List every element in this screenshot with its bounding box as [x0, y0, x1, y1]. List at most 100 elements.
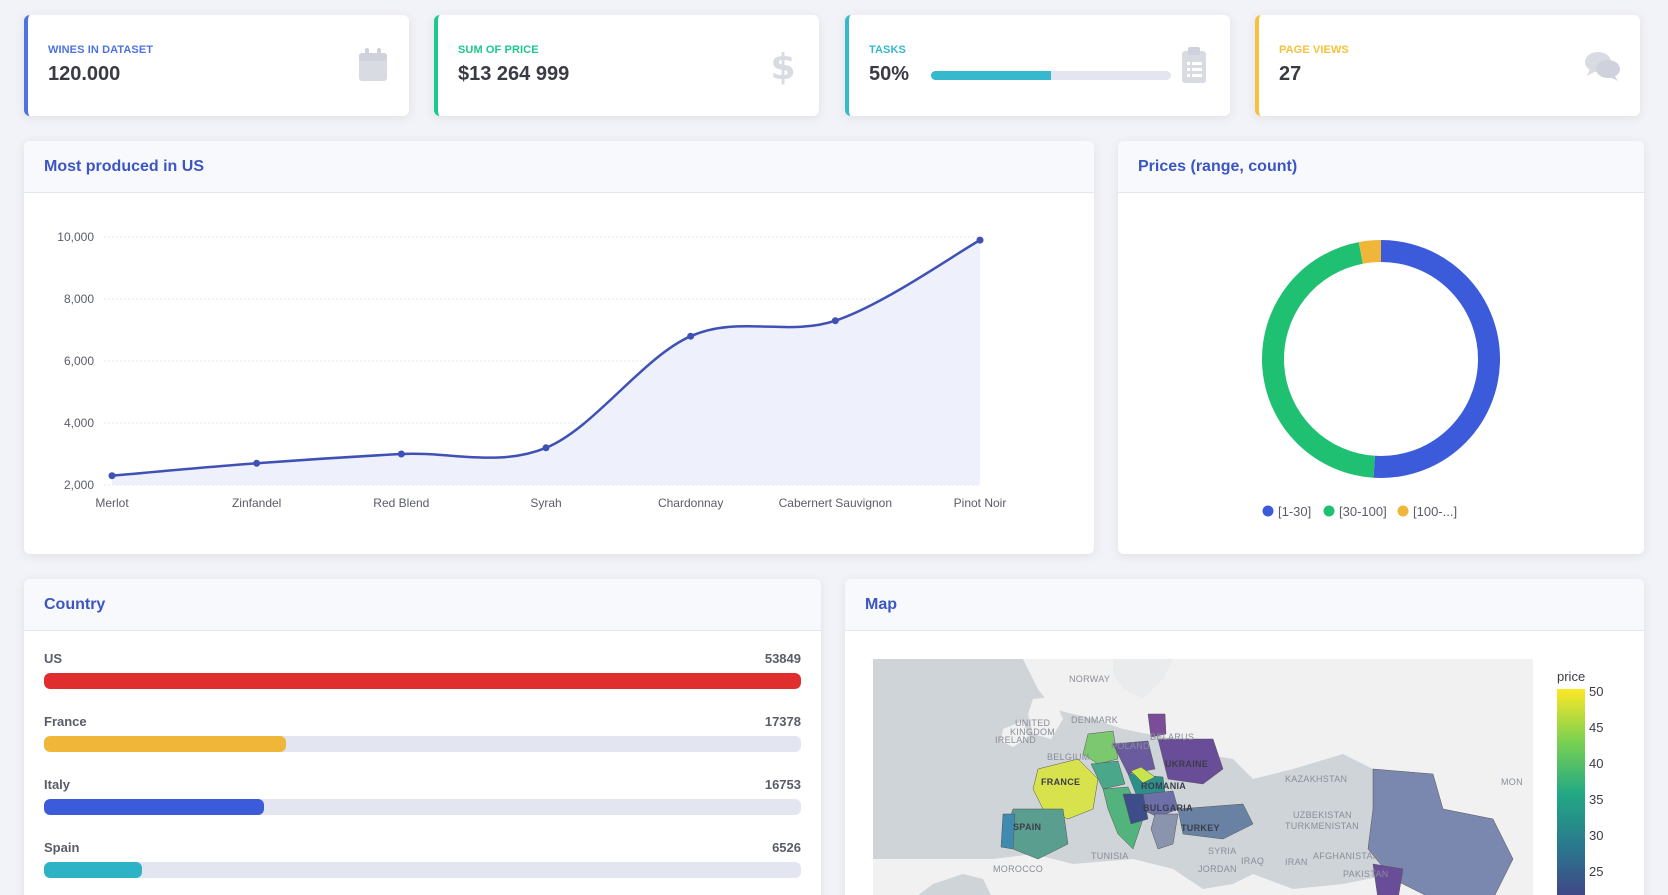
y-tick-label: 6,000 — [64, 354, 94, 368]
kpi-card-views: Page views 27 — [1255, 15, 1640, 116]
card-title: Most produced in US — [44, 157, 204, 175]
x-tick-label: Red Blend — [373, 496, 429, 510]
kpi-card-tasks: Tasks 50% — [845, 15, 1230, 116]
donut-slice[interactable] — [1262, 242, 1376, 478]
svg-text:TUNISIA: TUNISIA — [1091, 851, 1129, 861]
legend-marker — [1323, 505, 1335, 517]
country-name: US — [44, 651, 63, 666]
svg-text:UKRAINE: UKRAINE — [1165, 759, 1208, 769]
kpi-value: 120.000 — [48, 63, 121, 85]
x-tick-label: Cabernert Sauvignon — [779, 496, 892, 510]
svg-text:JORDAN: JORDAN — [1198, 864, 1237, 874]
svg-text:SYRIA: SYRIA — [1208, 846, 1237, 856]
y-tick-label: 4,000 — [64, 416, 94, 430]
x-tick-label: Syrah — [530, 496, 561, 510]
dollar-icon: $ — [770, 47, 795, 85]
line-point[interactable] — [397, 450, 405, 458]
country-name: Spain — [44, 840, 80, 855]
kpi-value: 27 — [1279, 63, 1302, 85]
colorbar-tick: 50 — [1589, 684, 1603, 699]
calendar-icon — [359, 48, 387, 81]
country-row-italy: Italy 16753 — [44, 777, 801, 823]
country-count: 16753 — [764, 777, 801, 792]
line-point[interactable] — [831, 317, 839, 325]
line-chart-card: Most produced in US 10,000 8,000 6,000 4,00… — [24, 141, 1094, 554]
map-colorbar: price 50 45 40 35 30 25 — [1557, 669, 1603, 895]
svg-text:AFGHANISTAN: AFGHANISTAN — [1313, 851, 1380, 861]
colorbar-tick: 30 — [1589, 828, 1603, 843]
line-point[interactable] — [687, 332, 695, 340]
donut-chart: [1-30] [30-100] [100-...] — [1262, 240, 1500, 519]
svg-text:MOROCCO: MOROCCO — [993, 864, 1043, 874]
y-tick-label: 8,000 — [64, 292, 94, 306]
line-point[interactable] — [976, 236, 984, 244]
country-row-us: US 53849 — [44, 651, 801, 697]
country-row-spain: Spain 6526 — [44, 840, 801, 886]
svg-text:IRELAND: IRELAND — [995, 735, 1036, 745]
kpi-label: Sum of price — [458, 44, 539, 56]
comments-icon — [1585, 52, 1620, 81]
x-tick-label: Pinot Noir — [954, 496, 1007, 510]
svg-text:SPAIN: SPAIN — [1013, 822, 1041, 832]
clipboard-icon — [1182, 47, 1206, 83]
tasks-progress-bar — [931, 71, 1171, 80]
donut-chart-card: Prices (range, count) [1-30] [30-100] [100… — [1118, 141, 1644, 554]
svg-text:ROMANIA: ROMANIA — [1141, 781, 1186, 791]
donut-slice[interactable] — [1373, 240, 1500, 478]
country-bar-fill — [44, 673, 801, 689]
country-name: Italy — [44, 777, 71, 792]
map-card: Map NORWAY DENMARK UNITED KINGDOM IRELAN… — [845, 579, 1644, 895]
tasks-progress-fill — [931, 71, 1051, 80]
svg-text:TURKMENISTAN: TURKMENISTAN — [1285, 821, 1359, 831]
legend-label[interactable]: [1-30] — [1278, 504, 1311, 519]
card-header: Most produced in US — [24, 141, 1094, 193]
country-bar-track — [44, 799, 801, 815]
donut-slice[interactable] — [1358, 240, 1382, 264]
country-count: 53849 — [764, 651, 801, 666]
colorbar-tick: 25 — [1589, 864, 1603, 879]
svg-text:TURKEY: TURKEY — [1181, 823, 1220, 833]
legend-label[interactable]: [100-...] — [1413, 504, 1457, 519]
country-bar-fill — [44, 799, 264, 815]
svg-text:POLAND: POLAND — [1111, 741, 1150, 751]
kpi-label: Tasks — [869, 44, 906, 56]
country-bar-fill — [44, 862, 143, 878]
svg-text:NORWAY: NORWAY — [1069, 674, 1110, 684]
y-tick-label: 2,000 — [64, 478, 94, 492]
line-point[interactable] — [253, 459, 261, 467]
legend-label[interactable]: [30-100] — [1339, 504, 1387, 519]
svg-text:BELGIUM: BELGIUM — [1047, 752, 1090, 762]
country-count: 6526 — [772, 840, 801, 855]
country-bar-track — [44, 673, 801, 689]
svg-text:PAKISTAN: PAKISTAN — [1343, 869, 1389, 879]
country-card: Country US 53849 France 17378 Italy 1675… — [24, 579, 821, 895]
line-point[interactable] — [108, 472, 116, 480]
card-title: Prices (range, count) — [1138, 157, 1298, 175]
svg-text:FRANCE: FRANCE — [1041, 777, 1080, 787]
kpi-value: $13 264 999 — [458, 63, 570, 85]
kpi-card-price: Sum of price $13 264 999 $ — [434, 15, 819, 116]
country-bar-track — [44, 736, 801, 752]
svg-text:$: $ — [770, 47, 795, 85]
card-header: Map — [845, 579, 1644, 631]
choropleth-map[interactable]: NORWAY DENMARK UNITED KINGDOM IRELAND BE… — [873, 659, 1533, 895]
svg-text:UZBEKISTAN: UZBEKISTAN — [1293, 810, 1352, 820]
legend-marker — [1397, 505, 1409, 517]
map-graphic: NORWAY DENMARK UNITED KINGDOM IRELAND BE… — [873, 659, 1533, 895]
line-point[interactable] — [542, 444, 550, 452]
country-row-france: France 17378 — [44, 714, 801, 760]
svg-text:KAZAKHSTAN: KAZAKHSTAN — [1285, 774, 1347, 784]
svg-text:BULGARIA: BULGARIA — [1143, 803, 1193, 813]
line-chart: 10,000 8,000 6,000 4,000 2,000Merlot Zinfande… — [57, 230, 1007, 510]
legend-marker — [1262, 505, 1274, 517]
x-tick-label: Chardonnay — [658, 496, 723, 510]
colorbar-tick: 40 — [1589, 756, 1603, 771]
svg-text:BELARUS: BELARUS — [1150, 732, 1194, 742]
country-bar-fill — [44, 736, 287, 752]
svg-text:DENMARK: DENMARK — [1071, 715, 1118, 725]
svg-text:IRAN: IRAN — [1285, 857, 1308, 867]
kpi-card-wines: Wines in dataset 120.000 — [24, 15, 409, 116]
x-tick-label: Merlot — [95, 496, 129, 510]
card-header: Country — [24, 579, 821, 631]
kpi-value: 50% — [869, 63, 910, 85]
